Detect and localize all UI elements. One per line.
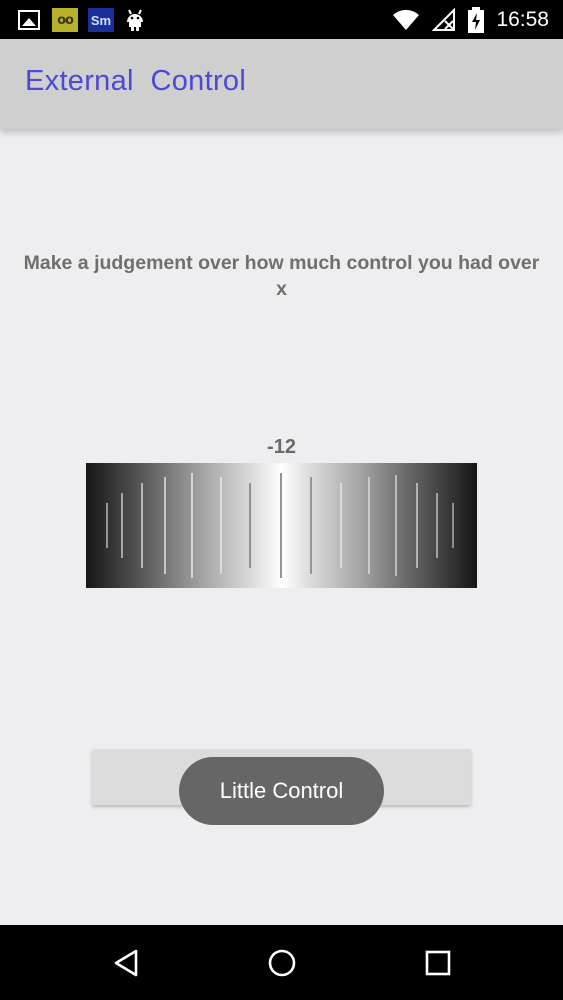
dial-tick [436, 493, 438, 558]
notification-icons: oo Sm [16, 6, 146, 34]
gallery-icon [16, 7, 42, 33]
dial-value: -12 [267, 436, 296, 458]
dial-tick [220, 477, 222, 574]
question-prompt: Make a judgement over how much control y… [23, 252, 540, 300]
recents-icon[interactable] [418, 943, 458, 983]
oo-app-icon: oo [52, 8, 78, 32]
dial-tick [191, 473, 193, 578]
dial-tick [249, 483, 251, 568]
dial-tick [121, 493, 123, 558]
app-bar: External Control [0, 39, 563, 129]
dial-tick [106, 503, 108, 548]
dial-tick [310, 477, 312, 574]
dial-tick [395, 475, 397, 576]
dial-tick [280, 473, 282, 578]
dial-tick [368, 477, 370, 574]
control-dial[interactable] [86, 463, 477, 588]
dial-tick [141, 483, 143, 568]
wifi-icon [393, 9, 420, 30]
dial-tick [164, 477, 166, 574]
system-icons: 16:58 [392, 6, 549, 34]
no-signal-icon [432, 8, 456, 31]
battery-charging-icon [468, 7, 485, 33]
android-icon [127, 9, 143, 31]
toast-message: Little Control [179, 757, 384, 825]
clock: 16:58 [496, 8, 549, 31]
home-icon[interactable] [262, 943, 302, 983]
app-title: External Control [25, 65, 247, 97]
dial-tick [452, 503, 454, 548]
sm-app-icon: Sm [88, 8, 114, 32]
status-bar: oo Sm 16:58 [0, 0, 563, 39]
navigation-bar [0, 925, 563, 1000]
back-icon[interactable] [106, 943, 146, 983]
dial-tick [340, 483, 342, 568]
dial-tick [416, 483, 418, 568]
